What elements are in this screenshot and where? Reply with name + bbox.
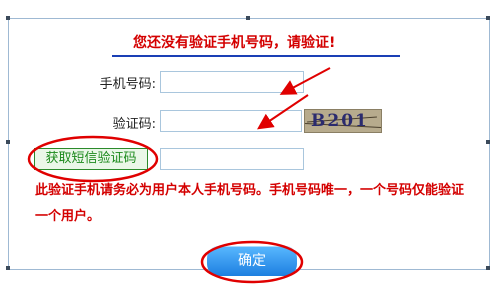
resize-handle-right[interactable] — [486, 140, 490, 144]
sms-code-input[interactable] — [160, 148, 304, 170]
captcha-text: B201 — [311, 111, 369, 131]
confirm-button[interactable]: 确定 — [207, 246, 297, 276]
resize-handle-top-right[interactable] — [486, 16, 490, 20]
resize-handle-left[interactable] — [6, 140, 10, 144]
resize-handle-bottom-right[interactable] — [486, 266, 490, 270]
resize-handle-bottom-left[interactable] — [6, 266, 10, 270]
captcha-label: 验证码: — [112, 117, 156, 132]
verification-note: 此验证手机请务必为用户本人手机号码。手机号码唯一，一个号码仅能验证一个用户。 — [35, 183, 465, 224]
phone-input[interactable] — [160, 71, 304, 93]
dialog-title: 您还没有验证手机号码，请验证! — [133, 35, 336, 51]
title-underline — [112, 55, 400, 57]
resize-handle-top-left[interactable] — [6, 16, 10, 20]
phone-label: 手机号码: — [99, 77, 156, 92]
captcha-input[interactable] — [160, 110, 302, 132]
verification-dialog: 您还没有验证手机号码，请验证! 手机号码: 验证码: B201 获取短信验证码 … — [0, 0, 497, 284]
get-sms-code-button[interactable]: 获取短信验证码 — [34, 148, 148, 170]
captcha-image[interactable]: B201 — [304, 109, 382, 133]
resize-handle-top[interactable] — [246, 16, 250, 20]
